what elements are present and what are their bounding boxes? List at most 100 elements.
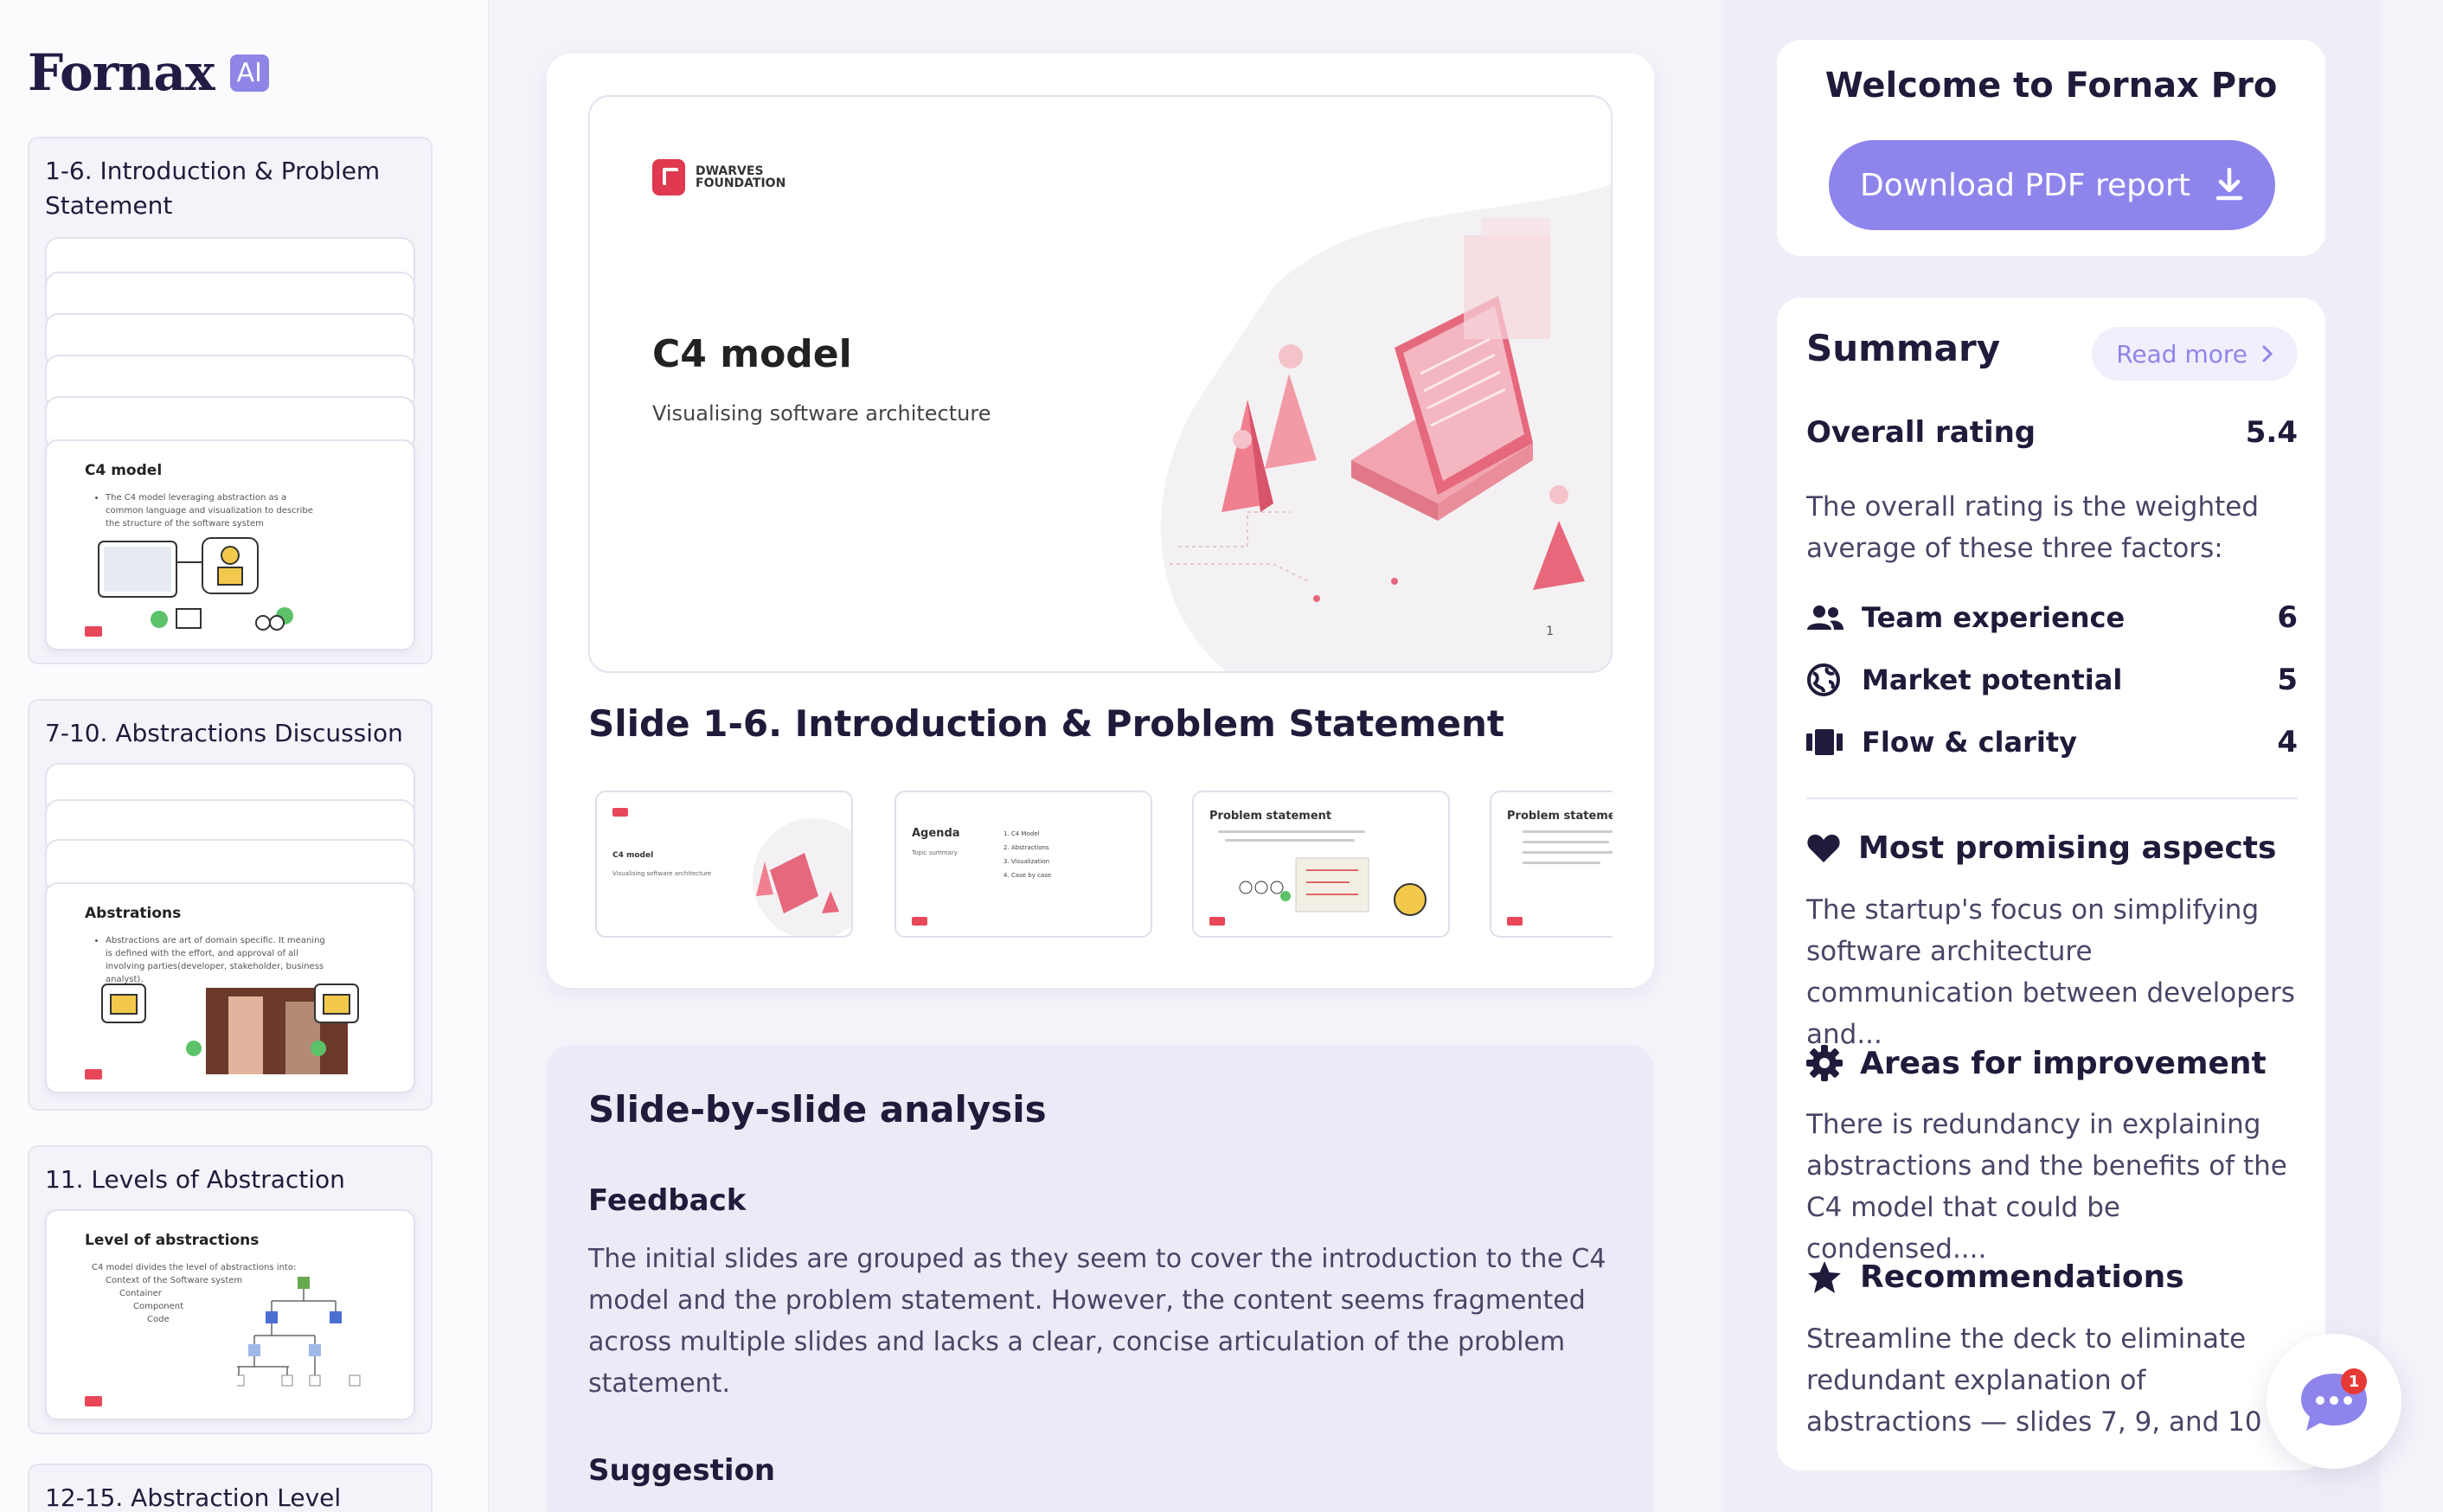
slide-thumbnail[interactable]: Problem statement	[1192, 791, 1450, 938]
factor-flow-clarity: Flow & clarity 4	[1806, 725, 2298, 759]
slide-preview-title: Level of abstractions	[85, 1232, 260, 1249]
slide-group-title: 7-10. Abstractions Discussion	[45, 719, 403, 747]
factor-team-experience: Team experience 6	[1806, 600, 2298, 635]
slides-icon	[1806, 725, 1846, 759]
dwarves-logo-icon	[652, 159, 685, 195]
slide-title: C4 model	[652, 332, 852, 376]
slide-preview[interactable]: C4 model The C4 model leveraging abstrac…	[45, 439, 415, 650]
slide-thumbnail[interactable]: Agenda Topic summary 1. C4 Model 2. Abst…	[894, 791, 1152, 938]
overall-rating-label: Overall rating	[1806, 415, 2036, 450]
thumb-text-line	[1523, 851, 1613, 854]
chevron-right-icon	[2262, 345, 2273, 362]
laptop-illustration-icon	[753, 818, 851, 936]
overall-rating-description: The overall rating is the weighted avera…	[1806, 491, 2260, 564]
factor-label: Market potential	[1862, 663, 2123, 696]
slide-preview-text: The C4 model leveraging abstraction as a…	[92, 491, 325, 530]
problem-illustration-icon	[1239, 857, 1427, 916]
factor-label: Team experience	[1862, 601, 2126, 634]
heart-icon	[1807, 834, 1840, 862]
brand-name: Fornax	[28, 43, 215, 102]
download-icon	[2215, 168, 2243, 201]
slide-thumbnail[interactable]: Problem statement	[1490, 791, 1613, 938]
hierarchy-diagram-icon	[237, 1277, 361, 1387]
thumb-title: Agenda	[912, 827, 960, 840]
analysis-title: Slide-by-slide analysis	[588, 1088, 1047, 1131]
thumb-text-line	[1225, 839, 1355, 842]
laptop-illustration-icon	[1161, 184, 1611, 671]
download-pdf-button[interactable]: Download PDF report	[1829, 140, 2275, 230]
brand-logo[interactable]: Fornax AI	[28, 43, 269, 102]
globe-icon	[1806, 663, 1846, 697]
slide-group-1[interactable]: 1-6. Introduction & Problem Statement C4…	[28, 137, 433, 664]
read-more-button[interactable]: Read more	[2092, 327, 2298, 381]
recommendations-heading: Recommendations	[1806, 1259, 2184, 1295]
slide-preview[interactable]: Level of abstractions C4 model divides t…	[45, 1209, 415, 1420]
dwarves-logo-icon	[85, 1396, 102, 1406]
slide-group-heading: Slide 1-6. Introduction & Problem Statem…	[588, 702, 1504, 745]
thumb-title: Problem statement	[1209, 810, 1332, 823]
agenda-item: 2. Abstractions	[1003, 844, 1049, 851]
slide-group-title: 12-15. Abstraction Level Details	[45, 1483, 342, 1512]
summary-card: Summary Read more Overall rating 5.4 The…	[1777, 298, 2325, 1470]
feedback-heading: Feedback	[588, 1183, 747, 1218]
thumb-text-line	[1523, 862, 1600, 864]
improvement-title: Areas for improvement	[1860, 1045, 2267, 1081]
star-icon	[1808, 1260, 1841, 1293]
dwarves-logo-icon	[612, 808, 628, 817]
welcome-title: Welcome to Fornax Pro	[1824, 66, 2278, 106]
slide-thumbnail-strip[interactable]: C4 model Visualising software architectu…	[595, 791, 1613, 943]
agenda-list: 1. C4 Model 2. Abstractions 3. Visualiza…	[1003, 827, 1051, 882]
slide-page-number: 1	[1546, 625, 1554, 638]
slide-subtitle: Visualising software architecture	[652, 401, 991, 426]
welcome-card: Welcome to Fornax Pro Download PDF repor…	[1777, 40, 2325, 256]
chat-button[interactable]: 1	[2267, 1334, 2401, 1469]
slide-preview-title: Abstrations	[85, 905, 182, 922]
slide-preview[interactable]: Abstrations Abstractions are art of doma…	[45, 882, 415, 1093]
improvement-heading: Areas for improvement	[1806, 1045, 2267, 1081]
factor-label: Flow & clarity	[1862, 726, 2077, 759]
slide-thumbnail[interactable]: C4 model Visualising software architectu…	[595, 791, 853, 938]
sidebar: Fornax AI 1-6. Introduction & Problem St…	[0, 0, 490, 1512]
illustration-icon	[98, 537, 293, 631]
dwarves-logo-icon	[85, 626, 102, 637]
illustration-icon	[101, 983, 359, 1074]
slide-group-2[interactable]: 7-10. Abstractions Discussion Abstration…	[28, 699, 433, 1111]
improvement-text: There is redundancy in explaining abstra…	[1806, 1109, 2287, 1265]
brand-badge: AI	[229, 54, 269, 92]
thumb-title: Problem statement	[1507, 810, 1613, 823]
factor-market-potential: Market potential 5	[1806, 663, 2298, 697]
unread-count-badge: 1	[2341, 1368, 2367, 1394]
dwarves-logo-text: DWARVES FOUNDATION	[696, 164, 786, 190]
recommendations-title: Recommendations	[1860, 1259, 2184, 1295]
slide-group-title: 1-6. Introduction & Problem Statement	[45, 157, 381, 220]
thumb-subtitle: Topic summary	[912, 849, 958, 856]
overall-rating-value: 5.4	[2245, 415, 2298, 450]
download-pdf-label: Download PDF report	[1860, 167, 2190, 203]
factor-value: 4	[2277, 725, 2298, 759]
slide-preview-title: C4 model	[85, 462, 163, 479]
overall-rating-row: Overall rating 5.4	[1806, 415, 2298, 450]
dwarves-logo-icon	[85, 1069, 102, 1080]
dwarves-logo-icon	[912, 917, 927, 926]
dwarves-logo-icon	[1507, 917, 1523, 926]
suggestion-heading: Suggestion	[588, 1453, 776, 1488]
summary-title: Summary	[1806, 327, 2001, 369]
promising-title: Most promising aspects	[1858, 830, 2277, 866]
slide-group-3[interactable]: 11. Levels of Abstraction Level of abstr…	[28, 1145, 433, 1434]
recommendations-text: Streamline the deck to eliminate redunda…	[1806, 1323, 2294, 1438]
divider	[1806, 798, 2298, 799]
slide-analysis-card: Slide-by-slide analysis Feedback The ini…	[547, 1045, 1654, 1512]
thumb-text-line	[1523, 841, 1609, 843]
slide-viewer-card: DWARVES FOUNDATION C4 model Visualising …	[547, 54, 1654, 988]
team-icon	[1806, 600, 1846, 635]
thumb-text-line	[1218, 830, 1365, 833]
thumb-text-line	[1523, 830, 1613, 833]
slide-preview-bullet: The C4 model leveraging abstraction as a…	[106, 491, 325, 530]
current-slide-preview[interactable]: DWARVES FOUNDATION C4 model Visualising …	[588, 95, 1613, 673]
thumb-title: C4 model	[612, 851, 654, 860]
slide-group-4[interactable]: 12-15. Abstraction Level Details	[28, 1464, 433, 1512]
factor-value: 6	[2277, 600, 2298, 635]
factor-value: 5	[2277, 663, 2298, 697]
promising-heading: Most promising aspects	[1806, 830, 2276, 866]
slide-preview-bullet: Abstractions are art of domain specific.…	[106, 934, 325, 986]
